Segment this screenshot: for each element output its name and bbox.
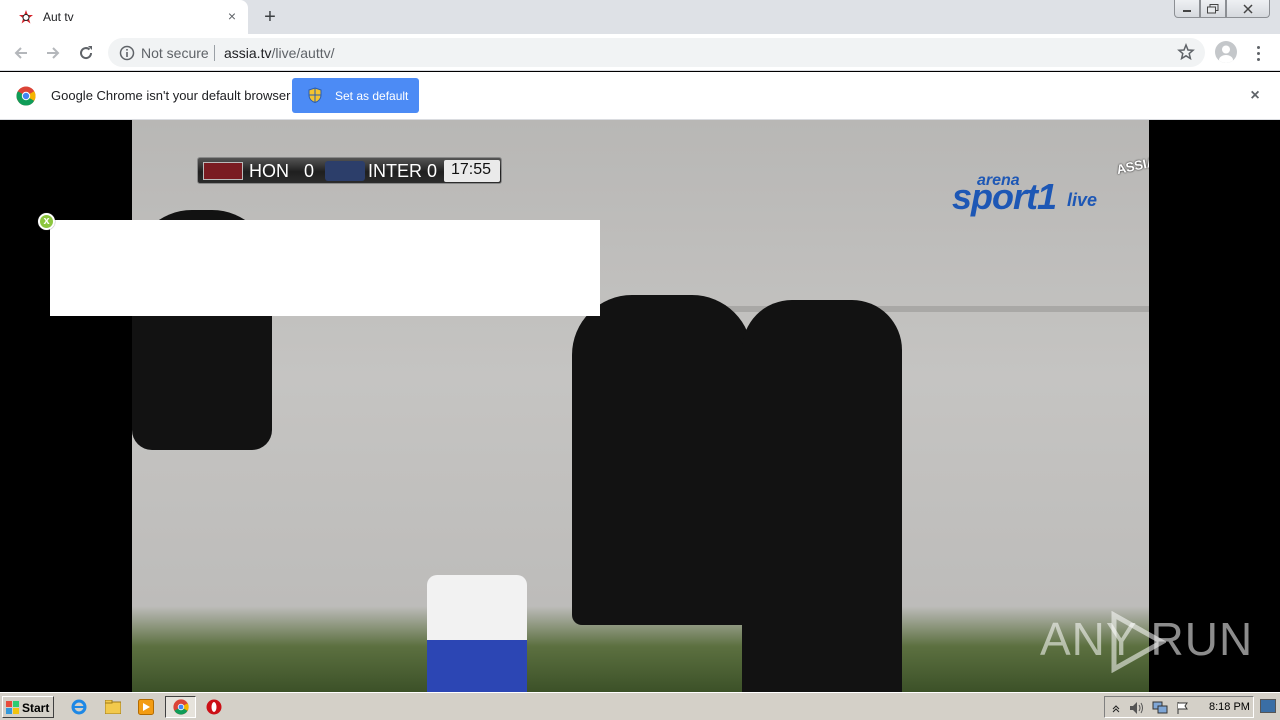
video-cooler-base [427, 640, 527, 692]
away-score: 0 [427, 161, 438, 181]
volume-icon[interactable] [1129, 700, 1145, 716]
reload-button[interactable] [75, 42, 97, 64]
tab-strip: Aut tv × + [0, 0, 1280, 34]
profile-avatar-icon[interactable] [1215, 41, 1237, 63]
shield-icon [308, 87, 322, 103]
opera-icon[interactable] [205, 698, 223, 716]
close-icon [1243, 3, 1253, 14]
address-bar[interactable]: Not secure assia.tv/live/auttv/ [108, 38, 1205, 67]
restore-icon [1207, 3, 1219, 13]
reload-icon [80, 46, 93, 60]
watermark-play-icon [1111, 611, 1166, 673]
action-center-flag-icon[interactable] [1175, 700, 1191, 716]
chrome-logo-icon [16, 86, 36, 106]
forward-button[interactable] [42, 42, 64, 64]
taskbar: Start 8:18 PM [0, 692, 1280, 720]
network-icon[interactable] [1152, 700, 1168, 716]
video-player[interactable]: HON 0 INTER 0 17:55 arena sport1 live AS… [132, 120, 1149, 692]
match-clock-box: 17:55 [444, 160, 500, 182]
url-path: /live/auttv/ [271, 45, 335, 61]
tab-close-icon[interactable]: × [224, 8, 240, 24]
infobar-message: Google Chrome isn't your default browser [51, 88, 291, 103]
ad-close-icon[interactable]: x [38, 213, 55, 230]
start-label: Start [22, 701, 50, 715]
start-button[interactable]: Start [2, 696, 54, 718]
internet-explorer-icon[interactable] [70, 698, 88, 716]
windows-flag-icon [6, 701, 19, 714]
site-logo: ASSIA.TV [1115, 149, 1149, 178]
security-label[interactable]: Not secure [141, 45, 209, 61]
show-desktop-icon[interactable] [1260, 699, 1276, 713]
back-button[interactable] [10, 42, 32, 64]
url-text[interactable]: assia.tv/live/auttv/ [224, 45, 335, 61]
page-content: HON 0 INTER 0 17:55 arena sport1 live AS… [0, 120, 1280, 692]
arrow-right-icon [47, 47, 60, 59]
new-tab-button[interactable]: + [259, 6, 281, 28]
arrow-left-icon [14, 47, 27, 59]
set-as-default-button[interactable]: Set as default [292, 78, 419, 113]
person-icon [1219, 45, 1233, 63]
channel-logo-line2: sport1 [952, 176, 1057, 217]
channel-logo-line3: live [1067, 190, 1098, 210]
tray-expand-icon[interactable] [1108, 700, 1124, 716]
restore-button[interactable] [1200, 0, 1226, 18]
match-clock: 17:55 [451, 161, 492, 178]
scorebug: HON 0 INTER 0 17:55 [197, 157, 502, 184]
home-team: HON [249, 161, 289, 181]
url-host: assia.tv [224, 45, 272, 61]
minimize-button[interactable] [1174, 0, 1200, 18]
away-team: INTER [368, 161, 422, 181]
video-person-seated [572, 295, 752, 625]
bookmark-star-icon[interactable] [1177, 43, 1195, 61]
taskbar-chrome-button[interactable] [165, 696, 196, 718]
set-as-default-label: Set as default [335, 89, 409, 103]
close-window-button[interactable] [1226, 0, 1270, 18]
home-team-flag-icon [203, 162, 243, 180]
default-browser-infobar: Google Chrome isn't your default browser… [0, 72, 1280, 120]
ad-overlay[interactable] [50, 220, 600, 316]
minimize-icon [1183, 9, 1191, 12]
system-tray: 8:18 PM [1104, 696, 1254, 718]
video-person-standing [742, 300, 902, 692]
browser-toolbar: Not secure assia.tv/live/auttv/ [0, 34, 1280, 71]
infobar-close-icon[interactable]: × [1247, 88, 1263, 104]
tab-aut-tv[interactable]: Aut tv × [0, 0, 248, 34]
league-crest-icon [325, 161, 365, 181]
info-icon[interactable] [119, 45, 135, 61]
file-explorer-icon[interactable] [104, 698, 122, 716]
chrome-menu-icon[interactable] [1250, 42, 1266, 64]
taskbar-clock[interactable]: 8:18 PM [1209, 701, 1250, 713]
tab-title: Aut tv [43, 10, 74, 24]
window-controls [1174, 0, 1270, 18]
site-favicon-icon [19, 10, 33, 24]
address-separator [214, 45, 215, 61]
home-score: 0 [304, 161, 315, 181]
chrome-icon [173, 699, 189, 715]
media-player-icon[interactable] [137, 698, 155, 716]
